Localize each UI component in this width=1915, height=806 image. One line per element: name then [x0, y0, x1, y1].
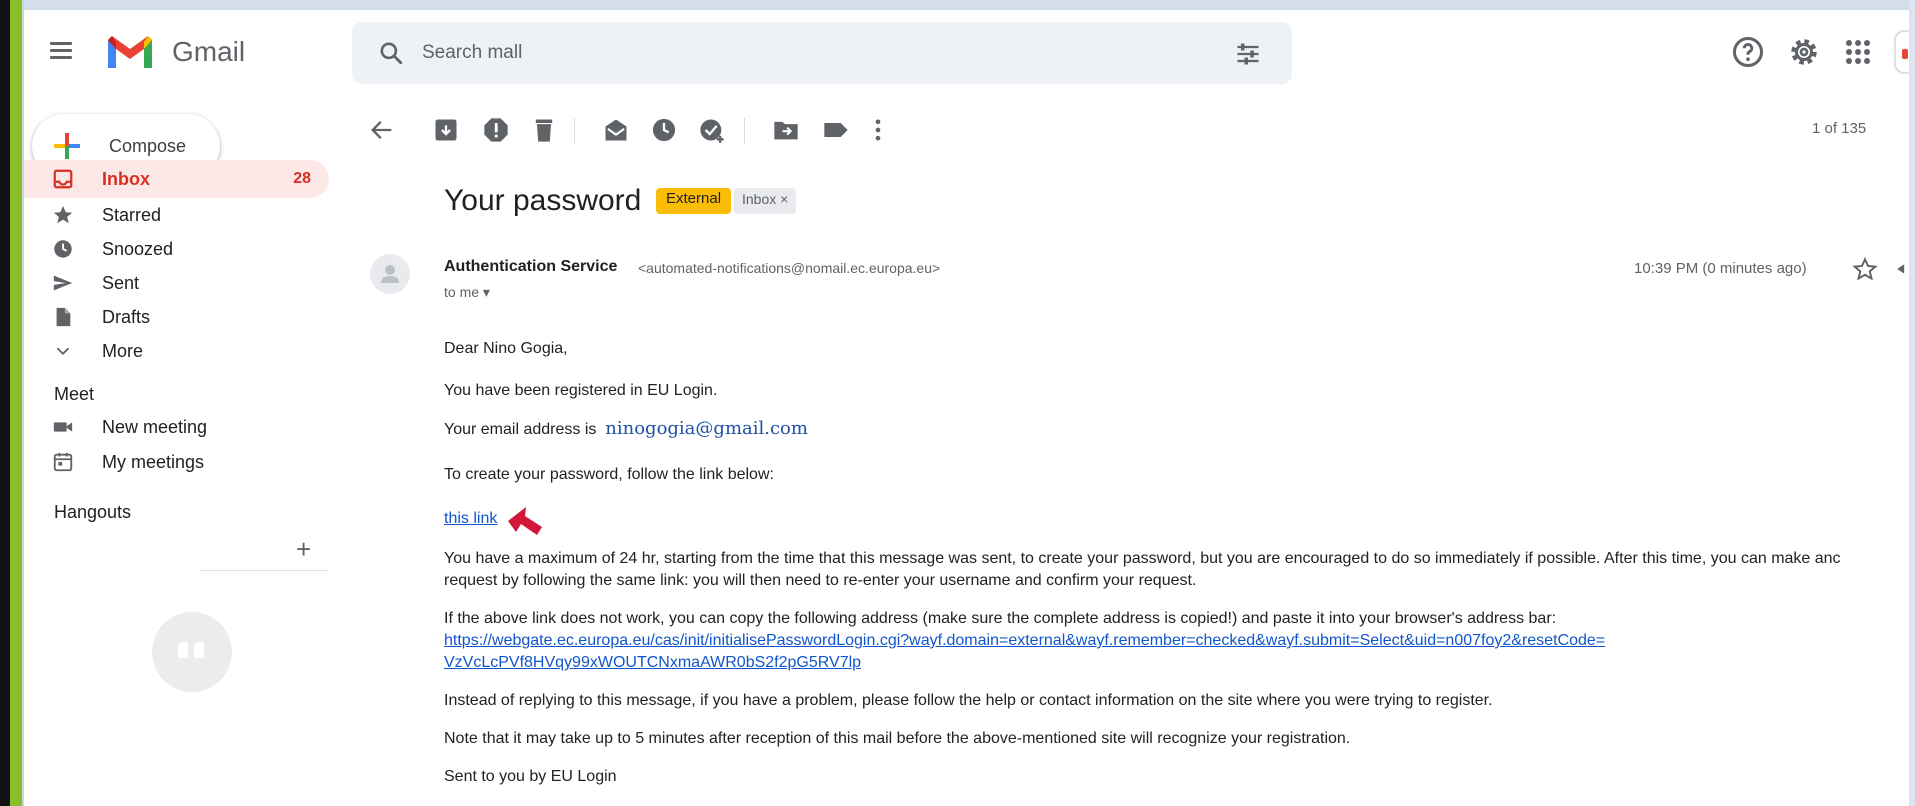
more-vert-icon[interactable] — [864, 116, 892, 144]
signature-line: Sent to you by EU Login — [444, 768, 617, 785]
email-address-prefix: Your email address is — [444, 421, 597, 438]
hangouts-section-title: Hangouts — [54, 502, 132, 522]
help-line: Instead of replying to this message, if … — [444, 692, 1493, 709]
calendar-icon — [53, 452, 73, 472]
person-icon — [381, 265, 399, 283]
reset-link-line: this link — [444, 510, 497, 528]
email-address-line: Your email address is ninogogia@gmail.co… — [444, 418, 808, 439]
toolbar-separator — [744, 118, 745, 144]
message-time: 10:39 PM (0 minutes ago) — [1634, 260, 1807, 277]
label-icon[interactable] — [822, 116, 850, 144]
gmail-logo-icon[interactable] — [104, 32, 156, 72]
sidebar-item-label: Starred — [102, 205, 162, 225]
copy-address-line: If the above link does not work, you can… — [444, 610, 1557, 627]
video-icon — [53, 422, 73, 432]
inbox-icon — [53, 169, 73, 189]
apps-icon[interactable] — [1840, 34, 1876, 70]
add-task-icon[interactable] — [698, 116, 726, 144]
sidebar-item-drafts[interactable]: Drafts — [24, 298, 329, 336]
app-name: Gmail — [172, 36, 246, 67]
mark-unread-icon[interactable] — [602, 116, 630, 144]
hangouts-avatar-icon — [152, 612, 232, 692]
add-hangout-button[interactable]: + — [296, 534, 311, 565]
frame-top-border — [0, 0, 1915, 10]
message-view: 1 of 135 Your password External Inbox × … — [348, 100, 1909, 806]
frame-green-stripe — [10, 0, 22, 806]
archive-icon[interactable] — [432, 116, 460, 144]
reset-password-link[interactable]: this link — [444, 510, 497, 527]
reset-url-line-2[interactable]: VzVcLcPVf8HVqy99xWOUTCNxmaAWR0bS2f2pG5RV… — [444, 654, 861, 672]
greeting-line: Dear Nino Gogia, — [444, 340, 568, 357]
clock-icon — [54, 240, 72, 258]
back-arrow-icon[interactable] — [368, 116, 396, 144]
sender-email: <automated-notifications@nomail.ec.europ… — [638, 260, 941, 276]
compose-plus-icon — [54, 133, 80, 159]
compose-label: Compose — [109, 136, 187, 156]
page-count: 1 of 135 — [1812, 120, 1867, 137]
message-subject: Your password — [444, 184, 642, 217]
send-icon — [53, 275, 73, 291]
chevron-down-icon — [56, 347, 70, 356]
email-address-value: ninogogia@gmail.com — [605, 418, 808, 439]
sidebar-item-label: More — [102, 341, 144, 361]
sidebar-item-starred[interactable]: Starred — [24, 196, 329, 234]
external-badge: External — [656, 188, 732, 214]
search-bar[interactable] — [352, 22, 1292, 84]
sidebar-item-label: Drafts — [102, 307, 151, 327]
note-line: Note that it may take up to 5 minutes af… — [444, 730, 1351, 747]
quote-icon — [178, 642, 204, 658]
main-menu-icon[interactable] — [46, 38, 76, 68]
search-options-icon[interactable] — [1234, 40, 1262, 68]
star-outline-icon[interactable] — [1852, 256, 1878, 282]
top-bar: Gmail — [24, 10, 1909, 100]
draft-icon — [56, 307, 71, 327]
sidebar-item-inbox[interactable]: Inbox 28 — [24, 160, 329, 198]
sidebar-item-sent[interactable]: Sent — [24, 264, 329, 302]
toolbar-separator — [574, 118, 575, 144]
sidebar-item-label: Snoozed — [102, 239, 174, 259]
sidebar-item-snoozed[interactable]: Snoozed — [24, 230, 329, 268]
reset-url-line-1[interactable]: https://webgate.ec.europa.eu/cas/init/in… — [444, 632, 1605, 650]
sidebar-item-label: Sent — [102, 273, 140, 293]
search-icon[interactable] — [378, 40, 404, 66]
search-input[interactable] — [422, 38, 1182, 68]
sidebar-item-my-meetings[interactable]: My meetings — [24, 443, 329, 481]
registered-line: You have been registered in EU Login. — [444, 382, 718, 399]
sidebar-item-label: New meeting — [102, 417, 208, 437]
move-to-icon[interactable] — [772, 116, 800, 144]
help-icon[interactable] — [1730, 34, 1766, 70]
reply-icon[interactable] — [1896, 256, 1910, 282]
report-spam-icon[interactable] — [482, 116, 510, 144]
account-avatar[interactable] — [1894, 30, 1909, 74]
validity-line-1: You have a maximum of 24 hr, starting fr… — [444, 550, 1841, 567]
recipients-dropdown[interactable]: to me ▾ — [444, 284, 490, 301]
sidebar-item-label: Inbox — [102, 169, 150, 189]
annotation-arrow-icon — [508, 507, 542, 535]
frame-left-border — [0, 0, 10, 806]
sender-avatar — [370, 254, 410, 294]
star-icon — [53, 205, 73, 224]
validity-line-2: request by following the same link: you … — [444, 572, 1197, 589]
sidebar-item-new-meeting[interactable]: New meeting — [24, 408, 329, 446]
frame-right-border — [1909, 0, 1915, 806]
meet-section-title: Meet — [54, 384, 95, 404]
delete-icon[interactable] — [530, 116, 558, 144]
snooze-icon[interactable] — [650, 116, 678, 144]
inbox-label-chip[interactable]: Inbox × — [734, 188, 797, 214]
sender-name: Authentication Service — [444, 258, 618, 275]
sidebar-divider — [199, 570, 329, 571]
create-password-line: To create your password, follow the link… — [444, 466, 774, 483]
sidebar: Compose Inbox 28 Starred Snoozed Sent Dr… — [24, 100, 344, 806]
gmail-window: Gmail Search mall Compose Inbox 28 Starr… — [0, 0, 1915, 806]
sidebar-item-label: My meetings — [102, 452, 205, 472]
settings-icon[interactable] — [1786, 34, 1822, 70]
sidebar-item-more[interactable]: More — [24, 332, 329, 370]
inbox-unread-count: 28 — [293, 170, 311, 187]
